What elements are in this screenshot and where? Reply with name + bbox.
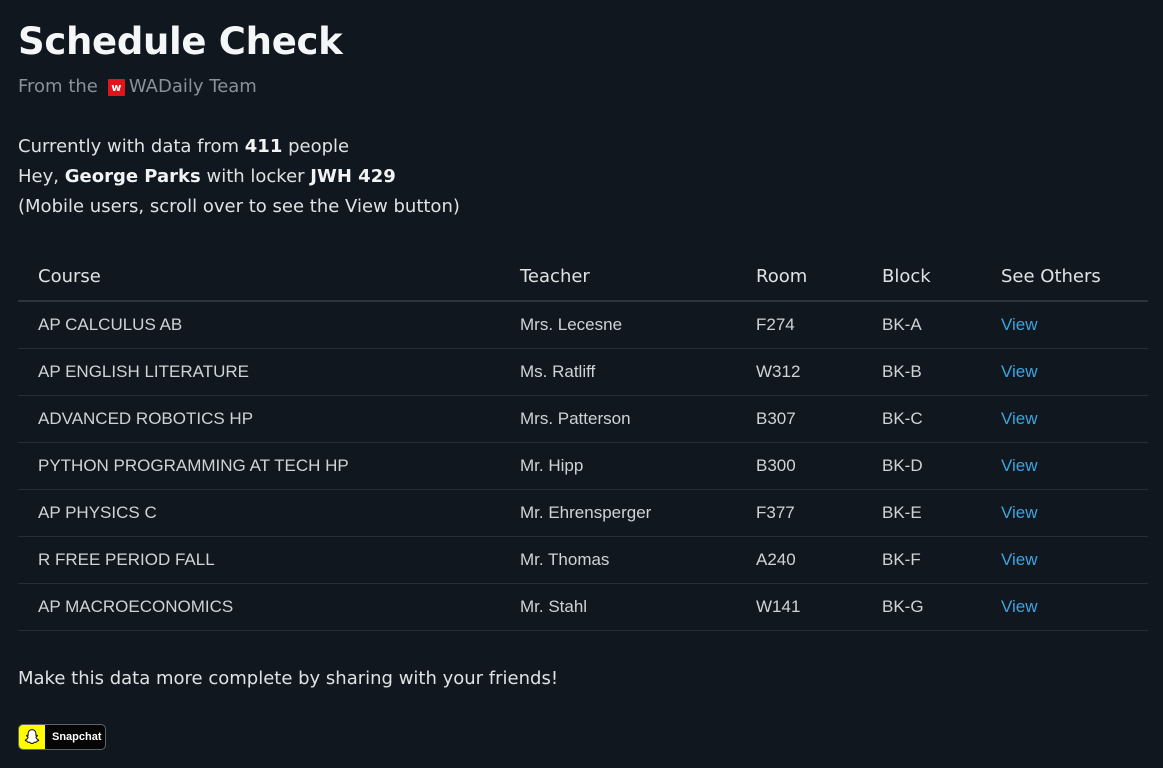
action-cell: View: [981, 348, 1148, 396]
greeting-prefix: Hey,: [18, 166, 59, 187]
block-cell: BK-E: [862, 489, 981, 537]
teacher-cell: Mrs. Patterson: [500, 395, 736, 443]
action-cell: View: [981, 395, 1148, 443]
header-see-others: See Others: [981, 252, 1148, 302]
teacher-cell: Mrs. Lecesne: [500, 301, 736, 349]
block-cell: BK-C: [862, 395, 981, 443]
action-cell: View: [981, 489, 1148, 537]
course-cell: ADVANCED ROBOTICS HP: [18, 395, 500, 443]
teacher-cell: Mr. Thomas: [500, 536, 736, 584]
room-cell: B307: [736, 395, 862, 443]
course-cell: PYTHON PROGRAMMING AT TECH HP: [18, 442, 500, 490]
header-course: Course: [18, 252, 500, 302]
action-cell: View: [981, 583, 1148, 631]
view-link[interactable]: View: [1001, 550, 1038, 569]
snapchat-label: Snapchat: [52, 731, 102, 743]
header-block: Block: [862, 252, 981, 302]
view-link[interactable]: View: [1001, 362, 1038, 381]
block-cell: BK-B: [862, 348, 981, 396]
block-cell: BK-D: [862, 442, 981, 490]
header-teacher: Teacher: [500, 252, 736, 302]
course-cell: AP CALCULUS AB: [18, 301, 500, 349]
snapchat-share-button[interactable]: Snapchat: [18, 724, 106, 750]
block-cell: BK-G: [862, 583, 981, 631]
block-cell: BK-A: [862, 301, 981, 349]
snapchat-ghost-icon: [19, 725, 45, 749]
action-cell: View: [981, 536, 1148, 584]
room-cell: F274: [736, 301, 862, 349]
view-link[interactable]: View: [1001, 597, 1038, 616]
greeting-line: Hey, George Parks with locker JWH 429: [18, 162, 460, 192]
room-cell: B300: [736, 442, 862, 490]
table-row: ADVANCED ROBOTICS HP Mrs. Patterson B307…: [18, 395, 1148, 443]
view-link[interactable]: View: [1001, 315, 1038, 334]
table-row: PYTHON PROGRAMMING AT TECH HP Mr. Hipp B…: [18, 442, 1148, 490]
table-header-row: Course Teacher Room Block See Others: [18, 252, 1148, 302]
greeting-middle: with locker: [206, 166, 305, 187]
mobile-note: (Mobile users, scroll over to see the Vi…: [18, 196, 460, 217]
room-cell: W141: [736, 583, 862, 631]
table-row: R FREE PERIOD FALL Mr. Thomas A240 BK-F …: [18, 536, 1148, 584]
course-cell: R FREE PERIOD FALL: [18, 536, 500, 584]
teacher-cell: Ms. Ratliff: [500, 348, 736, 396]
locker-number: JWH 429: [310, 166, 396, 187]
schedule-table: Course Teacher Room Block See Others AP …: [18, 252, 1148, 631]
view-link[interactable]: View: [1001, 409, 1038, 428]
data-count-prefix: Currently with data from: [18, 136, 240, 157]
data-count-line: Currently with data from 411 people: [18, 132, 460, 162]
data-count-suffix: people: [288, 136, 350, 157]
table-row: AP CALCULUS AB Mrs. Lecesne F274 BK-A Vi…: [18, 301, 1148, 349]
table-row: AP PHYSICS C Mr. Ehrensperger F377 BK-E …: [18, 489, 1148, 537]
header-room: Room: [736, 252, 862, 302]
course-cell: AP PHYSICS C: [18, 489, 500, 537]
view-link[interactable]: View: [1001, 503, 1038, 522]
byline: From the w WADaily Team: [18, 75, 257, 99]
share-message: Make this data more complete by sharing …: [18, 668, 559, 689]
wadaily-logo-icon: w: [107, 78, 125, 96]
table-row: AP MACROECONOMICS Mr. Stahl W141 BK-G Vi…: [18, 583, 1148, 631]
team-name: WADaily Team: [128, 76, 257, 97]
view-link[interactable]: View: [1001, 456, 1038, 475]
teacher-cell: Mr. Ehrensperger: [500, 489, 736, 537]
course-cell: AP ENGLISH LITERATURE: [18, 348, 500, 396]
people-count: 411: [244, 136, 283, 157]
block-cell: BK-F: [862, 536, 981, 584]
page-title: Schedule Check: [18, 20, 343, 63]
room-cell: W312: [736, 348, 862, 396]
action-cell: View: [981, 442, 1148, 490]
teacher-cell: Mr. Stahl: [500, 583, 736, 631]
room-cell: F377: [736, 489, 862, 537]
room-cell: A240: [736, 536, 862, 584]
info-block: Currently with data from 411 people Hey,…: [18, 132, 460, 222]
table-row: AP ENGLISH LITERATURE Ms. Ratliff W312 B…: [18, 348, 1148, 396]
teacher-cell: Mr. Hipp: [500, 442, 736, 490]
byline-prefix: From the: [18, 76, 98, 97]
course-cell: AP MACROECONOMICS: [18, 583, 500, 631]
user-name: George Parks: [64, 166, 201, 187]
action-cell: View: [981, 301, 1148, 349]
